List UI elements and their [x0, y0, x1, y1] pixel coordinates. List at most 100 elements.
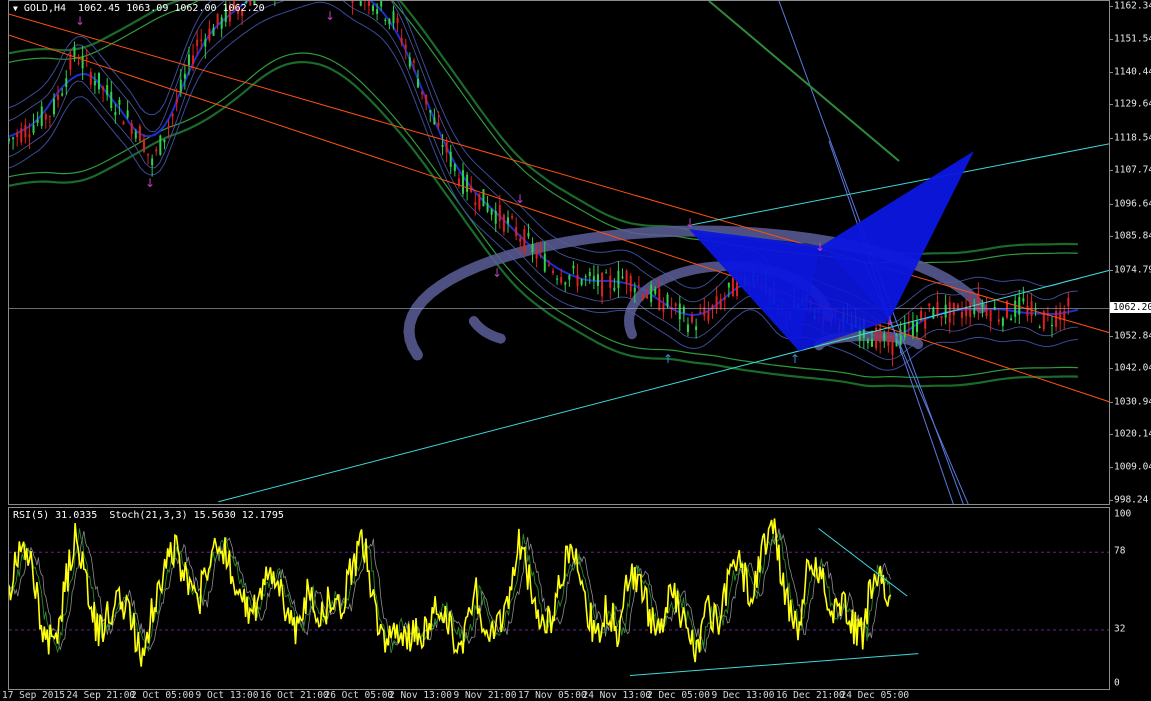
candle-body	[445, 141, 448, 153]
candle-body	[77, 63, 80, 65]
price-tick-label: 1030.94	[1114, 396, 1151, 408]
candle-body	[678, 303, 681, 320]
candle-body	[449, 151, 452, 167]
price-tick-label: 1052.84	[1114, 330, 1151, 342]
candle-body	[523, 229, 526, 253]
price-tick-mark	[1110, 467, 1113, 469]
candle-body	[547, 264, 550, 266]
price-tick-mark	[1110, 137, 1113, 139]
candle-body	[167, 126, 170, 128]
candle-body	[911, 321, 914, 337]
candle-body	[527, 232, 530, 237]
candle-body	[52, 98, 55, 115]
candle-body	[662, 304, 665, 312]
candle-body	[715, 296, 718, 309]
candle-body	[61, 93, 64, 96]
ma-slope-line	[708, 1, 900, 162]
fractal-up-icon: ↓	[515, 192, 525, 206]
candle-body	[686, 324, 689, 333]
price-tick-label: 1096.64	[1114, 198, 1151, 210]
current-price-label: 1062.20	[1110, 301, 1151, 313]
keltner-upper	[9, 1, 1078, 324]
candle-body	[351, 1, 354, 3]
price-tick-mark	[1110, 104, 1113, 106]
candle-body	[200, 39, 203, 42]
candle-body	[32, 125, 35, 133]
candle-body	[179, 79, 182, 92]
candle-body	[175, 99, 178, 104]
price-chart-pane[interactable]: ↓ ↓ ↓ ↓ ↓ ↓ ↓ ↓ ↑ ↑ ▼ GOLD,H4 1062.45 1063.09 106…	[8, 0, 1110, 505]
time-tick-label: 9 Dec 13:00	[711, 690, 775, 701]
candle-body	[81, 56, 84, 69]
candle-body	[646, 295, 649, 299]
candle-body	[102, 86, 105, 91]
candle-body	[613, 287, 616, 291]
time-tick-label: 2 Dec 05:00	[647, 690, 710, 701]
candle-body	[543, 253, 546, 272]
candle-body	[65, 78, 68, 88]
time-axis[interactable]: 17 Sep 2015 24 Sep 21:00 2 Oct 05:00 9 Oct …	[2, 690, 1110, 701]
candle-body	[719, 299, 722, 308]
candle-body	[208, 28, 211, 41]
candle-body	[478, 193, 481, 210]
oscillator-scale[interactable]: 100 78 32 0	[1110, 507, 1151, 690]
price-tick-label: 1085.84	[1114, 230, 1151, 242]
oscillator-pane[interactable]: RSI(5) 31.0335 Stoch(21,3,3) 15.5630 12.…	[8, 507, 1110, 690]
candle-body	[617, 270, 620, 289]
time-tick-label: 2 Nov 13:00	[389, 690, 452, 701]
candle-body	[596, 274, 599, 286]
candle-body	[183, 73, 186, 79]
candle-body	[564, 282, 567, 285]
candle-body	[171, 113, 174, 117]
candle-body	[609, 275, 612, 288]
candle-body	[584, 276, 587, 278]
fractal-down-icon: ↑	[663, 352, 673, 366]
orange-trendline	[9, 34, 1109, 403]
price-tick-mark	[1110, 71, 1113, 73]
time-tick-label: 17 Nov 05:00	[518, 690, 587, 701]
osc-trendline	[629, 653, 919, 677]
candle-body	[400, 37, 403, 44]
candle-body	[421, 91, 424, 95]
candle-body	[28, 134, 31, 138]
time-tick-label: 9 Nov 21:00	[453, 690, 517, 701]
candle-body	[490, 209, 493, 215]
candle-body	[97, 72, 100, 90]
fractal-up-icon: ↓	[145, 176, 155, 190]
price-scale[interactable]: 1162.34 1151.54 1140.44 1129.64 1118.54 1107.…	[1110, 0, 1151, 506]
candle-body	[388, 19, 391, 25]
price-tick-label: 1074.79	[1114, 264, 1151, 276]
dropdown-arrow-icon[interactable]: ▼	[13, 4, 18, 13]
candle-body	[625, 270, 628, 285]
price-tick-mark	[1110, 170, 1113, 172]
price-tick-label: 1151.54	[1114, 33, 1151, 44]
candle-body	[196, 39, 199, 47]
osc-tick-label: 78	[1114, 545, 1126, 557]
candle-body	[515, 226, 518, 236]
candle-body	[707, 311, 710, 321]
candle-body	[871, 338, 874, 347]
candle-body	[20, 128, 23, 143]
osc-trendline	[818, 528, 908, 597]
candle-body	[118, 99, 121, 105]
candle-body	[960, 311, 963, 318]
candle-body	[151, 158, 154, 166]
candle-body	[110, 91, 113, 108]
candle-body	[682, 306, 685, 313]
candle-body	[1063, 310, 1066, 321]
candle-body	[1026, 305, 1029, 316]
candle-body	[482, 189, 485, 207]
candle-body	[187, 54, 190, 66]
candle-body	[650, 284, 653, 303]
price-tick-mark	[1110, 6, 1113, 7]
candle-body	[384, 19, 387, 22]
price-tick-label: 1118.54	[1114, 132, 1151, 144]
candle-body	[433, 117, 436, 125]
harmonic-pattern-xab	[689, 229, 821, 351]
price-tick-mark	[1110, 434, 1113, 436]
candle-body	[997, 319, 1000, 322]
candle-body	[588, 272, 591, 276]
candle-body	[85, 57, 88, 60]
price-tick-label: 1107.74	[1114, 164, 1151, 176]
candle-body	[498, 205, 501, 221]
